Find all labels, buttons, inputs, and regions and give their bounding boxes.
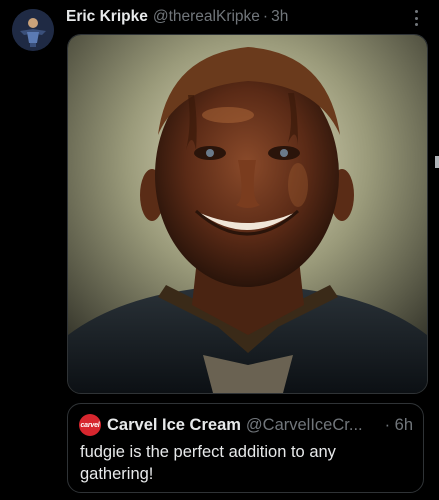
- author-name[interactable]: Eric Kripke: [66, 8, 148, 26]
- author-avatar[interactable]: [12, 9, 54, 51]
- tweet-timestamp[interactable]: 3h: [271, 8, 288, 26]
- tweet-header: Eric Kripke @therealKripke · 3h: [66, 7, 427, 27]
- chocolate-covered-face-image: [68, 35, 427, 393]
- quoted-tweet[interactable]: carvel Carvel Ice Cream @CarvelIceCr... …: [67, 403, 424, 493]
- quoted-author-avatar[interactable]: carvel: [79, 414, 101, 436]
- quoted-author-handle[interactable]: @CarvelIceCr...: [246, 416, 363, 435]
- header-separator: ·: [262, 8, 269, 25]
- more-options-icon[interactable]: [415, 10, 419, 26]
- scrollbar-thumb[interactable]: [435, 156, 439, 168]
- tweet-media-image[interactable]: [67, 34, 428, 394]
- quoted-tweet-text: fudgie is the perfect addition to any ga…: [80, 443, 336, 483]
- quoted-tweet-header: carvel Carvel Ice Cream @CarvelIceCr... …: [79, 414, 413, 436]
- quoted-author-name[interactable]: Carvel Ice Cream: [107, 416, 241, 435]
- carvel-logo-text: carvel: [80, 421, 100, 429]
- avatar-figure-icon: [12, 9, 54, 51]
- quoted-timestamp[interactable]: · 6h: [385, 416, 413, 435]
- author-handle[interactable]: @therealKripke: [153, 8, 260, 26]
